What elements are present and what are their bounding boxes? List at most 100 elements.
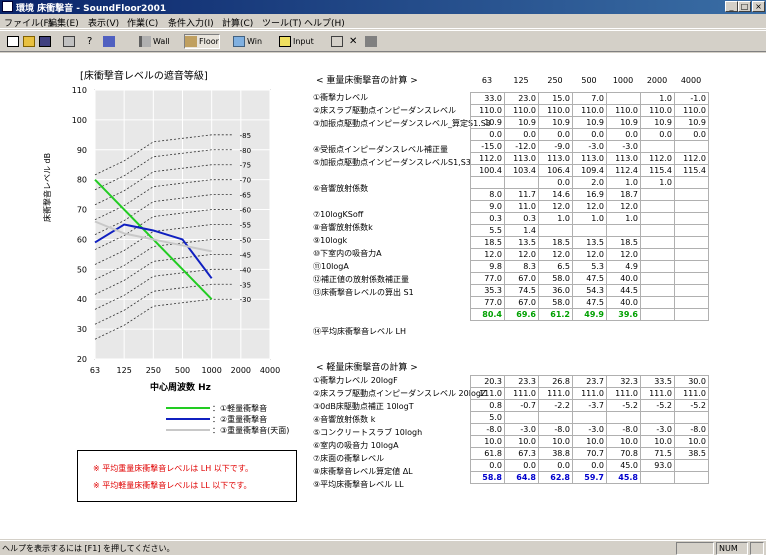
table-cell[interactable] xyxy=(640,284,675,297)
table-cell[interactable]: 45.0 xyxy=(606,459,641,472)
table-cell[interactable]: -3.0 xyxy=(606,140,641,153)
table-cell[interactable]: 33.5 xyxy=(640,375,675,388)
table-cell[interactable]: 112.0 xyxy=(470,152,505,165)
table-cell[interactable] xyxy=(572,411,607,424)
table-cell[interactable] xyxy=(674,308,709,321)
table-cell[interactable] xyxy=(674,200,709,213)
table-cell[interactable]: 110.0 xyxy=(572,104,607,117)
table-cell[interactable]: 1.0 xyxy=(606,176,641,189)
table-cell[interactable] xyxy=(674,411,709,424)
table-cell[interactable]: 59.7 xyxy=(572,471,607,484)
table-cell[interactable]: 111.0 xyxy=(640,387,675,400)
table-cell[interactable]: 110.0 xyxy=(674,104,709,117)
table-cell[interactable]: 44.5 xyxy=(606,284,641,297)
table-cell[interactable]: 10.0 xyxy=(606,435,641,448)
help-button[interactable]: ? xyxy=(86,34,102,49)
table-cell[interactable] xyxy=(640,188,675,201)
table-cell[interactable] xyxy=(504,176,539,189)
table-cell[interactable] xyxy=(640,411,675,424)
table-cell[interactable]: 110.0 xyxy=(606,104,641,117)
table-cell[interactable]: 10.0 xyxy=(538,435,573,448)
table-cell[interactable]: 0.0 xyxy=(504,459,539,472)
table-cell[interactable]: 77.0 xyxy=(470,296,505,309)
table-cell[interactable]: 70.8 xyxy=(606,447,641,460)
table-cell[interactable]: 112.4 xyxy=(606,164,641,177)
table-cell[interactable]: 10.9 xyxy=(674,116,709,129)
table-cell[interactable]: 70.7 xyxy=(572,447,607,460)
menu-edit[interactable]: 編集(E) xyxy=(48,16,79,29)
table-cell[interactable]: 1.0 xyxy=(640,92,675,105)
table-cell[interactable]: 112.0 xyxy=(674,152,709,165)
table-cell[interactable]: 115.4 xyxy=(640,164,675,177)
table-cell[interactable]: 12.0 xyxy=(470,248,505,261)
table-cell[interactable]: 74.5 xyxy=(504,284,539,297)
table-cell[interactable]: 58.0 xyxy=(538,272,573,285)
table-cell[interactable]: 111.0 xyxy=(470,387,505,400)
table-cell[interactable]: 67.3 xyxy=(504,447,539,460)
table-cell[interactable]: -8.0 xyxy=(470,423,505,436)
table-cell[interactable] xyxy=(674,284,709,297)
table-cell[interactable]: 0.3 xyxy=(470,212,505,225)
table-cell[interactable]: 12.0 xyxy=(606,200,641,213)
table-cell[interactable]: 10.9 xyxy=(640,116,675,129)
table-cell[interactable]: 32.3 xyxy=(606,375,641,388)
table-cell[interactable]: 49.9 xyxy=(572,308,607,321)
table-cell[interactable]: 11.0 xyxy=(504,200,539,213)
table-cell[interactable]: 113.0 xyxy=(572,152,607,165)
table-cell[interactable]: 10.0 xyxy=(572,435,607,448)
table-cell[interactable]: 61.2 xyxy=(538,308,573,321)
table-cell[interactable] xyxy=(470,176,505,189)
table-cell[interactable]: 12.0 xyxy=(504,248,539,261)
table-cell[interactable]: 0.0 xyxy=(538,459,573,472)
table-cell[interactable]: -3.0 xyxy=(504,423,539,436)
table-cell[interactable]: 47.5 xyxy=(572,296,607,309)
table-cell[interactable]: 109.4 xyxy=(572,164,607,177)
table-cell[interactable]: 12.0 xyxy=(572,200,607,213)
table-cell[interactable]: -2.2 xyxy=(538,399,573,412)
table-cell[interactable] xyxy=(640,200,675,213)
minimize-button[interactable]: _ xyxy=(725,1,738,12)
table-cell[interactable]: 93.0 xyxy=(640,459,675,472)
maximize-button[interactable]: □ xyxy=(738,1,751,12)
table-cell[interactable]: 9.8 xyxy=(470,260,505,273)
table-cell[interactable]: 18.5 xyxy=(606,236,641,249)
table-cell[interactable]: 30.0 xyxy=(674,375,709,388)
menu-work[interactable]: 作業(C) xyxy=(127,16,158,29)
table-cell[interactable]: 14.6 xyxy=(538,188,573,201)
table-cell[interactable]: 71.5 xyxy=(640,447,675,460)
table-cell[interactable]: -3.0 xyxy=(572,423,607,436)
floor-button[interactable]: Floor xyxy=(184,34,220,49)
print-button[interactable] xyxy=(62,34,78,49)
table-cell[interactable] xyxy=(674,471,709,484)
table-cell[interactable]: 12.0 xyxy=(538,200,573,213)
table-cell[interactable]: 69.6 xyxy=(504,308,539,321)
table-cell[interactable] xyxy=(674,248,709,261)
table-cell[interactable] xyxy=(640,260,675,273)
table-cell[interactable]: -8.0 xyxy=(674,423,709,436)
table-cell[interactable]: 0.0 xyxy=(470,459,505,472)
table-cell[interactable] xyxy=(674,212,709,225)
table-cell[interactable] xyxy=(674,188,709,201)
table-cell[interactable]: 67.0 xyxy=(504,272,539,285)
table-cell[interactable] xyxy=(606,411,641,424)
table-cell[interactable]: 111.0 xyxy=(504,387,539,400)
table-cell[interactable]: 15.0 xyxy=(538,92,573,105)
table-cell[interactable] xyxy=(674,224,709,237)
input-button[interactable]: Input xyxy=(278,34,315,49)
table-cell[interactable]: 18.5 xyxy=(470,236,505,249)
table-cell[interactable]: -12.0 xyxy=(504,140,539,153)
table-cell[interactable]: 110.0 xyxy=(470,104,505,117)
grid-button[interactable] xyxy=(330,34,346,49)
table-cell[interactable]: 58.8 xyxy=(470,471,505,484)
table-cell[interactable] xyxy=(640,272,675,285)
table-cell[interactable]: 12.0 xyxy=(572,248,607,261)
table-cell[interactable]: 11.7 xyxy=(504,188,539,201)
table-cell[interactable]: 112.0 xyxy=(640,152,675,165)
table-cell[interactable]: 110.0 xyxy=(640,104,675,117)
table-cell[interactable]: 10.9 xyxy=(504,116,539,129)
menu-tools[interactable]: ツール(T) xyxy=(262,16,302,29)
table-cell[interactable]: 26.8 xyxy=(538,375,573,388)
table-cell[interactable] xyxy=(674,140,709,153)
table-cell[interactable]: 111.0 xyxy=(674,387,709,400)
table-cell[interactable]: -0.7 xyxy=(504,399,539,412)
